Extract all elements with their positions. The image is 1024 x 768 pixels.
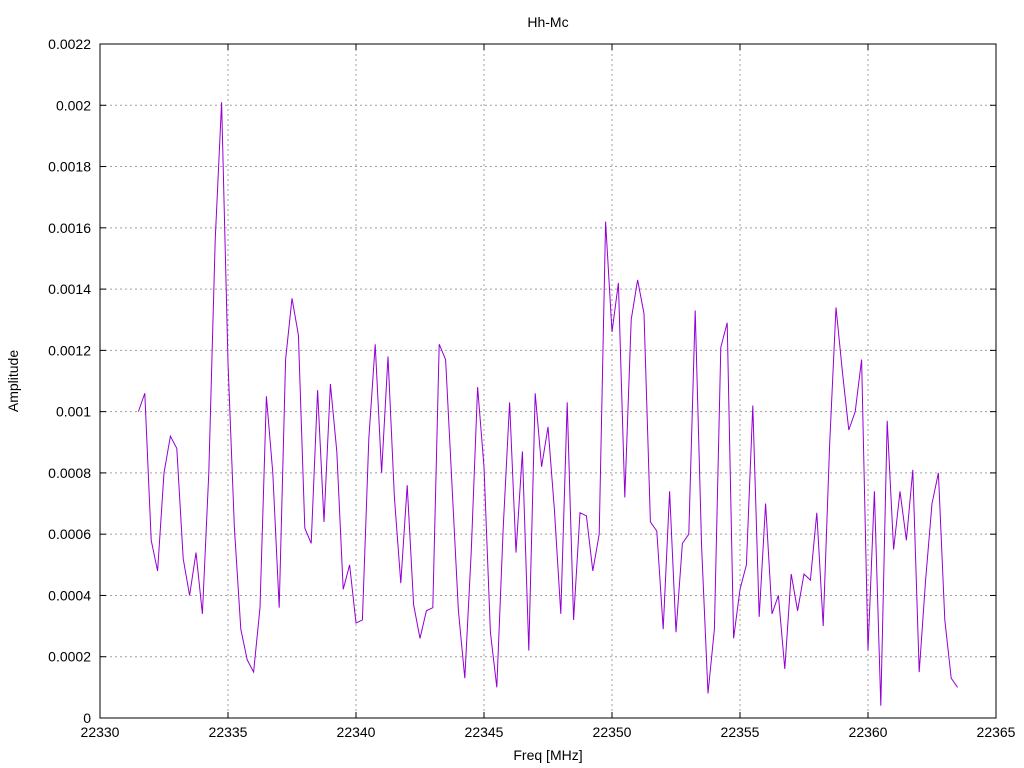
y-axis-title: Amplitude [5, 350, 21, 412]
x-axis-title: Freq [MHz] [513, 747, 582, 763]
y-tick-label: 0.0014 [48, 281, 91, 297]
x-tick-label: 22355 [721, 724, 760, 740]
x-tick-label: 22335 [209, 724, 248, 740]
y-tick-label: 0.0016 [48, 220, 91, 236]
chart-title: Hh-Mc [527, 14, 568, 30]
x-tick-label: 22340 [337, 724, 376, 740]
y-tick-label: 0 [83, 710, 91, 726]
y-tick-label: 0.002 [56, 97, 91, 113]
y-tick-label: 0.0004 [48, 587, 91, 603]
x-tick-label: 22365 [977, 724, 1016, 740]
y-tick-label: 0.0006 [48, 526, 91, 542]
chart-background [0, 0, 1024, 768]
y-tick-label: 0.0012 [48, 342, 91, 358]
y-tick-label: 0.0002 [48, 649, 91, 665]
x-tick-label: 22345 [465, 724, 504, 740]
y-tick-label: 0.0018 [48, 159, 91, 175]
y-tick-label: 0.001 [56, 404, 91, 420]
y-tick-label: 0.0022 [48, 36, 91, 52]
x-tick-label: 22350 [593, 724, 632, 740]
x-tick-label: 22330 [81, 724, 120, 740]
chart: 22330 22335 22340 22345 22350 22355 22360 22365… [0, 0, 1024, 768]
y-tick-label: 0.0008 [48, 465, 91, 481]
x-tick-label: 22360 [849, 724, 888, 740]
